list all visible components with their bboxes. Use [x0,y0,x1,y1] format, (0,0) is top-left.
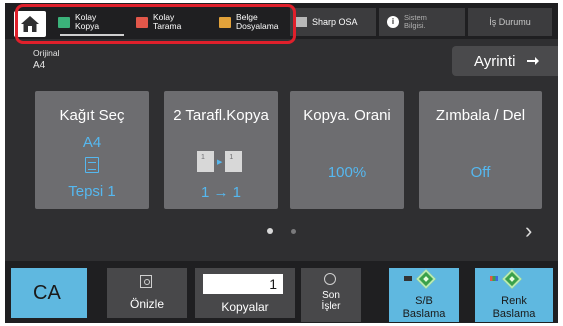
paper-select-tile[interactable]: Kağıt Seç A4 Tepsi 1 [35,91,149,209]
color-mode-icon [490,276,498,281]
bottom-bar: CA Önizle 1 Kopyalar Son İşler S/B Basla… [5,261,558,323]
sharp-osa-button[interactable]: Sharp OSA [290,8,376,36]
color-start-button[interactable]: Renk Baslama [475,268,553,322]
job-status-label: İş Durumu [489,17,531,27]
system-info-button[interactable]: i Sistem Bilgisi. [379,8,465,36]
recent-jobs-label: Son İşler [321,290,341,312]
history-icon [324,273,336,285]
copies-control: 1 Kopyalar [195,268,295,318]
arrow-right-icon [527,57,540,65]
staple-punch-title: Zımbala / Del [435,107,526,124]
job-status-button[interactable]: İş Durumu [468,8,552,36]
recent-jobs-button[interactable]: Son İşler [301,268,361,322]
copies-input[interactable]: 1 [203,274,283,294]
staple-punch-tile[interactable]: Zımbala / Del Off [419,91,542,209]
paper-tray-value: Tepsi 1 [68,183,116,200]
copy-screen: Kolay Kopya Kolay Tarama Belge Dosyalama… [5,3,558,323]
original-label: Orijinal [33,48,60,58]
home-icon [21,16,39,32]
bw-start-button[interactable]: S/B Baslama [389,268,459,322]
copies-label: Kopyalar [221,300,269,314]
duplex-icon: ▶ [197,151,243,172]
scan-icon [136,16,148,28]
page-indicator-next[interactable] [291,229,296,234]
original-info: Orijinal A4 [33,48,59,71]
copy-ratio-value: 100% [327,164,367,181]
top-bar: Kolay Kopya Kolay Tarama Belge Dosyalama… [5,3,558,39]
tab-document-filing-label: Belge Dosyalama [236,12,279,31]
detail-label: Ayrinti [474,52,516,70]
page-indicator-current[interactable] [267,228,273,234]
bw-start-label: S/B Baslama [402,295,446,320]
tab-document-filing[interactable]: Belge Dosyalama [219,8,289,36]
tab-easy-copy[interactable]: Kolay Kopya [58,8,124,36]
original-size: A4 [33,60,46,71]
sharp-osa-label: Sharp OSA [312,17,358,27]
preview-label: Önizle [129,297,164,311]
copy-ratio-title: Kopya. Orani [303,107,391,124]
duplex-copy-title: 2 Tarafl.Kopya [173,107,269,124]
clear-all-button[interactable]: CA [11,268,87,318]
start-icon [416,269,436,289]
home-button[interactable] [14,11,46,37]
duplex-copy-value: 1 → 1 [200,184,242,201]
preview-icon [140,275,152,288]
duplex-copy-tile[interactable]: 2 Tarafl.Kopya ▶ 1 → 1 [164,91,278,209]
info-icon: i [387,16,399,28]
bw-mode-icon [404,276,412,281]
preview-button[interactable]: Önizle [107,268,187,318]
folder-icon [219,16,231,28]
staple-punch-value: Off [470,164,491,181]
paper-tray-icon [85,157,99,173]
tab-easy-scan[interactable]: Kolay Tarama [136,8,210,36]
color-start-label: Renk Baslama [492,295,536,320]
paper-size-value: A4 [82,134,102,151]
system-info-label: Sistem Bilgisi. [404,13,427,30]
copy-ratio-tile[interactable]: Kopya. Orani 100% [290,91,404,209]
paper-select-title: Kağıt Seç [59,107,125,124]
detail-button[interactable]: Ayrinti [452,46,558,76]
next-page-chevron-icon[interactable]: › [525,218,532,244]
clear-all-label: CA [33,281,61,304]
tab-easy-scan-label: Kolay Tarama [153,12,182,31]
osa-icon [296,17,307,27]
tab-easy-copy-label: Kolay Kopya [75,12,100,31]
start-icon [502,269,522,289]
copy-icon [58,16,70,28]
